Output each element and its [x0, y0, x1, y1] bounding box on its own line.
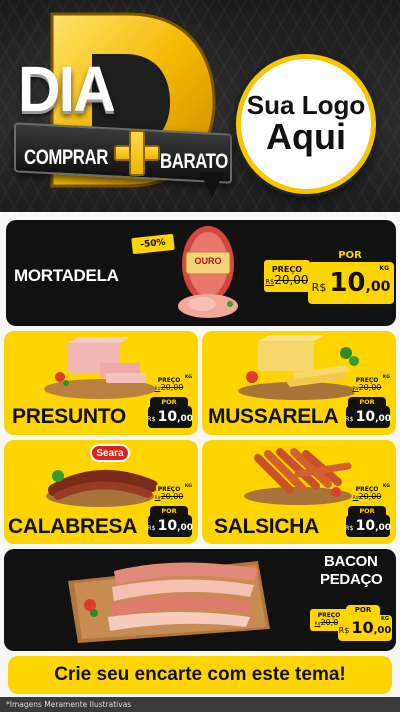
price-integer: 10	[157, 409, 178, 425]
old-price: R$20,00	[154, 382, 184, 392]
product-title: MUSSARELA	[208, 405, 339, 428]
old-price-box: PREÇO R$20,00	[154, 375, 184, 395]
plus-icon	[114, 130, 160, 176]
disclaimer-footer: *Imagens Meramente Ilustrativas	[0, 697, 400, 712]
price-tag-calabresa: PREÇO R$20,00 POR R$ 10 ,00 KG	[146, 484, 194, 538]
new-price-box: R$ 10 ,00	[344, 515, 392, 537]
ribbon-tail	[200, 172, 224, 198]
price-tag-mortadela: PREÇO R$20,00 POR R$ 10 ,00 KG	[264, 248, 394, 308]
currency: R$	[344, 524, 354, 532]
product-title: PRESUNTO	[12, 405, 126, 428]
product-title: MORTADELA	[14, 266, 119, 285]
old-price-box: PREÇO R$20,00	[352, 375, 382, 395]
new-price-box: R$ 10 ,00	[146, 406, 194, 428]
currency: R$	[338, 625, 350, 635]
slogan-comprar: COMPRAR	[24, 146, 108, 169]
product-card-mussarela[interactable]: MUSSARELA PREÇO R$20,00 POR R$ 10 ,00 KG	[202, 331, 396, 435]
price-decimal: ,00	[375, 414, 392, 424]
header-banner: DIA COMPRAR BARATO Sua Logo Aqui	[0, 0, 400, 212]
currency: R$	[311, 280, 327, 294]
price-decimal: ,00	[177, 523, 194, 533]
mortadela-image	[178, 226, 238, 318]
product-card-bacon[interactable]: BACON PEDAÇO PREÇO R$20,00 POR R$ 10 ,00…	[4, 549, 396, 651]
product-card-calabresa[interactable]: Seara CALABRESA PREÇO R$20,00 POR R$ 10 …	[4, 440, 198, 544]
price-integer: 10	[355, 409, 376, 425]
price-tag-bacon: PREÇO R$20,00 POR R$ 10 ,00 KG	[304, 605, 394, 645]
new-price-box: R$ 10 ,00 KG	[308, 262, 394, 304]
store-logo-placeholder[interactable]: Sua Logo Aqui	[236, 54, 376, 194]
cta-banner[interactable]: Crie seu encarte com este tema!	[8, 656, 392, 694]
seara-logo: Seara	[90, 444, 130, 462]
price-decimal: ,00	[375, 523, 392, 533]
old-price: R$20,00	[352, 382, 382, 392]
slogan-barato: BARATO	[160, 150, 228, 173]
old-price: R$20,00	[352, 491, 382, 501]
unit-label: KG	[379, 265, 389, 272]
currency: R$	[344, 415, 354, 423]
old-price-box: PREÇO R$20,00	[264, 260, 310, 292]
old-price: R$20,00	[265, 273, 309, 287]
price-integer: 10	[329, 268, 366, 298]
currency: R$	[146, 415, 156, 423]
price-integer: 10	[351, 618, 374, 637]
product-card-presunto[interactable]: PRESUNTO PREÇO R$20,00 POR R$ 10 ,00 KG	[4, 331, 198, 435]
old-price-box: PREÇO R$20,00	[154, 484, 184, 504]
mortadela-brand-label: OURO	[194, 256, 222, 266]
product-title-line-1: BACON	[324, 553, 378, 570]
new-price-box: R$ 10 ,00	[344, 406, 392, 428]
product-title: CALABRESA	[8, 515, 138, 538]
featured-card-mortadela[interactable]: MORTADELA OURO PREÇO R$20,00 POR R$ 10 ,…	[6, 220, 396, 326]
salsicha-image	[244, 448, 352, 505]
currency: R$	[146, 524, 156, 532]
product-title: SALSICHA	[214, 515, 319, 538]
dia-title: DIA	[18, 53, 116, 125]
old-price-box: PREÇO R$20,00	[352, 484, 382, 504]
seara-brand-label: Seara	[96, 447, 124, 459]
price-decimal: ,00	[365, 279, 391, 295]
unit-label: KG	[184, 375, 192, 380]
bacon-image	[68, 561, 270, 643]
unit-label: KG	[382, 375, 390, 380]
price-tag-presunto: PREÇO R$20,00 POR R$ 10 ,00 KG	[146, 375, 194, 429]
price-integer: 10	[355, 518, 376, 534]
unit-label: KG	[382, 484, 390, 489]
price-integer: 10	[157, 518, 178, 534]
price-tag-mussarela: PREÇO R$20,00 POR R$ 10 ,00 KG	[344, 375, 392, 429]
por-label: POR	[322, 248, 378, 262]
new-price-box: R$ 10 ,00	[146, 515, 194, 537]
mussarela-image	[238, 335, 359, 400]
presunto-image	[44, 337, 156, 399]
product-card-salsicha[interactable]: SALSICHA PREÇO R$20,00 POR R$ 10 ,00 KG	[202, 440, 396, 544]
unit-label: KG	[381, 616, 389, 622]
logo-line-1: Sua Logo	[246, 90, 366, 121]
unit-label: KG	[184, 484, 192, 489]
old-price: R$20,00	[154, 491, 184, 501]
por-label: POR	[346, 605, 380, 615]
new-price-box: R$ 10 ,00 KG	[338, 615, 392, 641]
price-decimal: ,00	[373, 624, 392, 636]
logo-line-2: Aqui	[266, 116, 346, 158]
product-title-line-2: PEDAÇO	[320, 571, 383, 588]
price-tag-salsicha: PREÇO R$20,00 POR R$ 10 ,00 KG	[344, 484, 392, 538]
price-decimal: ,00	[177, 414, 194, 424]
